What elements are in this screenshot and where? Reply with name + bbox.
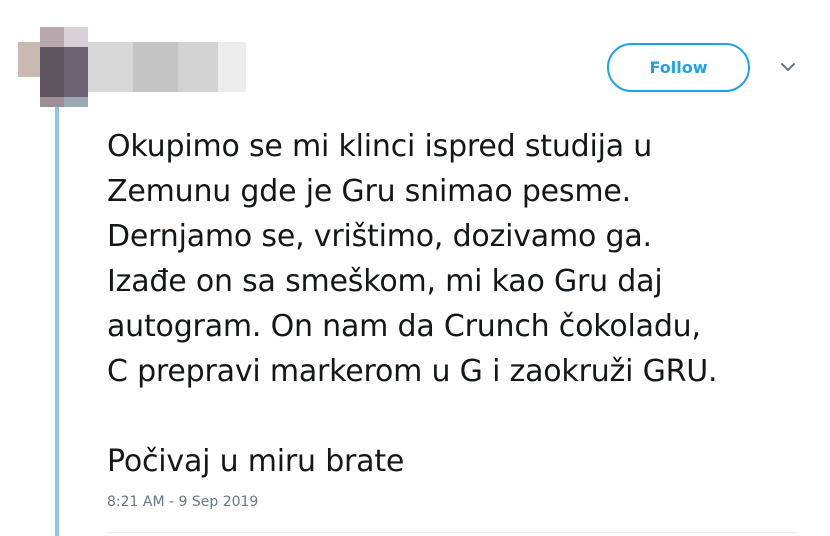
avatar-pixel [18, 42, 40, 77]
avatar-pixel [64, 97, 88, 107]
name-pixel [218, 42, 246, 92]
avatar-pixel [64, 47, 88, 97]
tweet-timestamp[interactable]: 8:21 AM - 9 Sep 2019 [107, 494, 258, 510]
avatar-pixel [40, 27, 64, 47]
tweet-closing-line: Počivaj u miru brate [107, 444, 405, 479]
chevron-down-icon[interactable] [778, 60, 798, 76]
tweet-text-line: C prepravi markerom u G i zaokruži GRU. [107, 354, 718, 389]
follow-button[interactable]: Follow [607, 43, 750, 92]
tweet-text-line: Dernjamo se, vrištimo, dozivamo ga. [107, 219, 652, 254]
thread-connector-line [55, 107, 59, 536]
avatar-pixel [40, 47, 64, 97]
divider [107, 532, 797, 533]
tweet-text-line: Zemunu gde je Gru snimao pesme. [107, 174, 631, 209]
name-pixel [88, 42, 133, 92]
avatar-pixel [64, 27, 88, 47]
avatar[interactable] [18, 27, 88, 107]
tweet-text-line: Okupimo se mi klinci ispred studija u [107, 129, 653, 164]
avatar-pixel [40, 97, 64, 107]
display-name-blurred[interactable] [88, 42, 248, 92]
name-pixel [178, 42, 218, 92]
tweet-text-line: autogram. On nam da Crunch čokoladu, [107, 309, 701, 344]
name-pixel [133, 42, 178, 92]
tweet-text-line: Izađe on sa smeškom, mi kao Gru daj [107, 264, 663, 299]
tweet-text: Okupimo se mi klinci ispred studija u Ze… [107, 124, 822, 484]
